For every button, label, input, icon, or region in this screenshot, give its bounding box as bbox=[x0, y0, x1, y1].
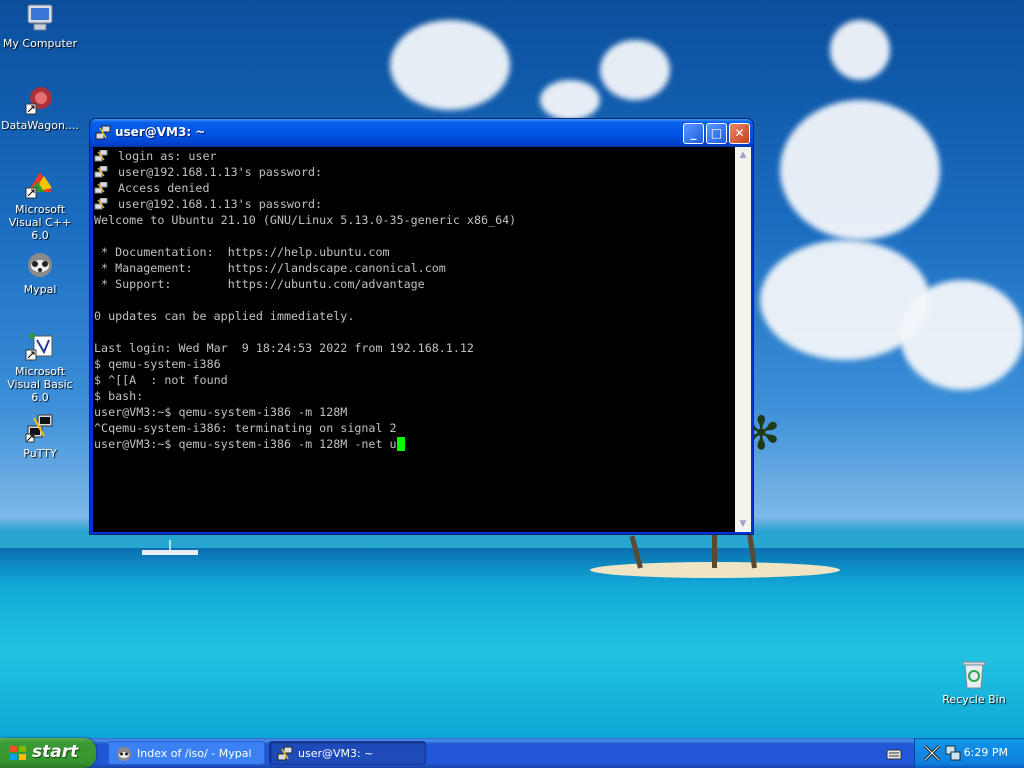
minimize-button[interactable]: _ bbox=[683, 123, 704, 144]
terminal-line: 0 updates can be applied immediately. bbox=[94, 308, 516, 324]
cloud bbox=[780, 100, 940, 240]
taskbar-item-label: user@VM3: ~ bbox=[298, 747, 374, 760]
taskbar-item-label: Index of /iso/ - Mypal bbox=[137, 747, 252, 760]
terminal-line: Last login: Wed Mar 9 18:24:53 2022 from… bbox=[94, 340, 516, 356]
x-server-tray-icon[interactable] bbox=[923, 744, 941, 762]
terminal-line: * Support: https://ubuntu.com/advantage bbox=[94, 276, 516, 292]
desktop-icon-label: PuTTY bbox=[23, 447, 57, 460]
mypal-icon bbox=[116, 746, 132, 762]
cloud bbox=[390, 20, 510, 110]
putty-line-icon bbox=[94, 149, 108, 162]
terminal-line: user@192.168.1.13's password: bbox=[94, 196, 516, 212]
mypal-icon bbox=[24, 248, 56, 280]
terminal-line: user@VM3:~$ qemu-system-i386 -m 128M bbox=[94, 404, 516, 420]
vertical-scrollbar[interactable]: ▲ ▼ bbox=[735, 147, 751, 532]
cloud bbox=[830, 20, 890, 80]
terminal-line-text: login as: user bbox=[118, 149, 217, 163]
window-titlebar[interactable]: user@VM3: ~ _ □ ✕ bbox=[90, 119, 753, 147]
desktop-icon-putty[interactable]: PuTTY bbox=[0, 412, 80, 460]
terminal-line-text: user@VM3:~$ qemu-system-i386 -m 128M bbox=[94, 405, 348, 419]
terminal-line: login as: user bbox=[94, 148, 516, 164]
desktop-icon-visual-basic[interactable]: Microsoft Visual Basic 6.0 bbox=[0, 330, 80, 404]
sailboat-icon bbox=[142, 540, 198, 555]
desktop-icon-label: DataWagon.... bbox=[1, 119, 79, 132]
terminal-line-text: Last login: Wed Mar 9 18:24:53 2022 from… bbox=[94, 341, 474, 355]
terminal-line-text: * Support: https://ubuntu.com/advantage bbox=[94, 277, 425, 291]
terminal-line-text: $ bash: bbox=[94, 389, 144, 403]
desktop-icon-label: Microsoft Visual C++ 6.0 bbox=[8, 203, 72, 242]
desktop-icon-my-computer[interactable]: My Computer bbox=[0, 2, 80, 50]
terminal-line-text: $ qemu-system-i386 bbox=[94, 357, 221, 371]
terminal-cursor bbox=[396, 437, 405, 451]
scroll-up-icon[interactable]: ▲ bbox=[735, 147, 751, 163]
terminal-line: user@VM3:~$ qemu-system-i386 -m 128M -ne… bbox=[94, 436, 516, 452]
putty-line-icon bbox=[94, 165, 108, 178]
keyboard-icon[interactable] bbox=[886, 746, 902, 760]
scroll-down-icon[interactable]: ▼ bbox=[735, 516, 751, 532]
terminal-line: Access denied bbox=[94, 180, 516, 196]
clock[interactable]: 6:29 PM bbox=[964, 746, 1008, 759]
putty-icon bbox=[277, 746, 293, 762]
cloud bbox=[900, 280, 1024, 390]
close-button[interactable]: ✕ bbox=[729, 123, 750, 144]
terminal-line: $ ^[[A : not found bbox=[94, 372, 516, 388]
cloud bbox=[600, 40, 670, 100]
palm-trunk bbox=[712, 535, 717, 568]
terminal-line-text: ^Cqemu-system-i386: terminating on signa… bbox=[94, 421, 397, 435]
terminal-line-text: Welcome to Ubuntu 21.10 (GNU/Linux 5.13.… bbox=[94, 213, 517, 227]
terminal-line-text: user@192.168.1.13's password: bbox=[118, 197, 323, 211]
terminal-output: login as: user user@192.168.1.13's passwo… bbox=[93, 148, 516, 452]
terminal-line-text: Access denied bbox=[118, 181, 210, 195]
putty-icon bbox=[24, 412, 56, 444]
desktop-icon-recycle-bin[interactable]: Recycle Bin bbox=[934, 658, 1014, 706]
terminal-line-text: $ ^[[A : not found bbox=[94, 373, 228, 387]
terminal-line: $ qemu-system-i386 bbox=[94, 356, 516, 372]
taskbar: start Index of /iso/ - Mypal user@VM3: ~… bbox=[0, 738, 1024, 768]
window-title: user@VM3: ~ bbox=[115, 125, 206, 139]
network-tray-icon[interactable] bbox=[945, 745, 961, 761]
terminal-line: * Documentation: https://help.ubuntu.com bbox=[94, 244, 516, 260]
putty-icon bbox=[95, 125, 111, 141]
terminal-line-text: * Management: https://landscape.canonica… bbox=[94, 261, 446, 275]
start-button[interactable]: start bbox=[0, 738, 96, 768]
sea bbox=[0, 548, 1024, 738]
desktop-icon-label: My Computer bbox=[2, 37, 78, 50]
desktop-icon-label: Mypal bbox=[23, 283, 57, 296]
desktop-icon-visual-cpp[interactable]: Microsoft Visual C++ 6.0 bbox=[0, 168, 80, 242]
terminal-line-text: 0 updates can be applied immediately. bbox=[94, 309, 355, 323]
terminal-line: * Management: https://landscape.canonica… bbox=[94, 260, 516, 276]
taskbar-item-putty[interactable]: user@VM3: ~ bbox=[269, 741, 426, 765]
desktop-icon-label: Microsoft Visual Basic 6.0 bbox=[7, 365, 73, 404]
terminal-line-text: user@192.168.1.13's password: bbox=[118, 165, 323, 179]
terminal-line: ^Cqemu-system-i386: terminating on signa… bbox=[94, 420, 516, 436]
terminal-line-text: * Documentation: https://help.ubuntu.com bbox=[94, 245, 390, 259]
desktop-icon-mypal[interactable]: Mypal bbox=[0, 248, 80, 296]
putty-window[interactable]: user@VM3: ~ _ □ ✕ login as: user user@192… bbox=[89, 118, 754, 535]
desktop-icon-datawagon[interactable]: DataWagon.... bbox=[0, 84, 80, 132]
recycle-bin-icon bbox=[958, 658, 990, 690]
putty-line-icon bbox=[94, 197, 108, 210]
terminal-line: user@192.168.1.13's password: bbox=[94, 164, 516, 180]
taskbar-item-mypal[interactable]: Index of /iso/ - Mypal bbox=[108, 741, 265, 765]
terminal-line: $ bash: bbox=[94, 388, 516, 404]
desktop-icon-label: Recycle Bin bbox=[942, 693, 1006, 706]
terminal-line-text: user@VM3:~$ qemu-system-i386 -m 128M -ne… bbox=[94, 437, 397, 451]
terminal-area[interactable]: login as: user user@192.168.1.13's passwo… bbox=[93, 147, 735, 532]
visual-cpp-icon bbox=[24, 168, 56, 200]
start-label: start bbox=[32, 742, 79, 762]
datawagon-icon bbox=[24, 84, 56, 116]
windows-logo-icon bbox=[9, 745, 27, 761]
system-tray: 6:29 PM bbox=[914, 738, 1024, 768]
terminal-line: Welcome to Ubuntu 21.10 (GNU/Linux 5.13.… bbox=[94, 212, 516, 228]
my-computer-icon bbox=[24, 2, 56, 34]
visual-basic-icon bbox=[24, 330, 56, 362]
putty-line-icon bbox=[94, 181, 108, 194]
maximize-button[interactable]: □ bbox=[706, 123, 727, 144]
cloud bbox=[540, 80, 600, 120]
